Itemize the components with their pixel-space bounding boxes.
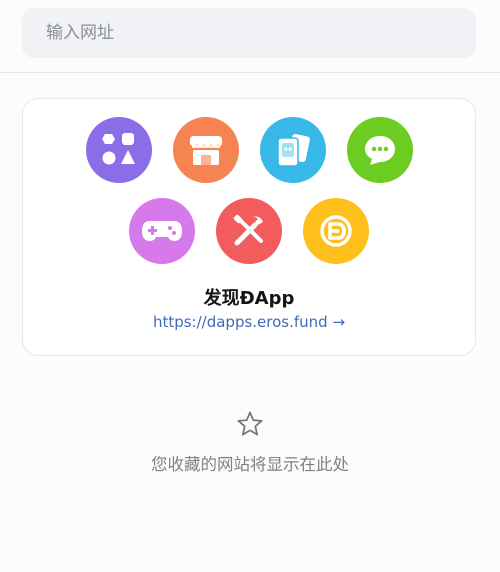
chat-icon <box>365 136 395 165</box>
cards-icon <box>277 133 310 167</box>
favorites-empty-text: 您收藏的网站将显示在此处 <box>151 455 349 474</box>
app-chat-button[interactable] <box>347 117 413 183</box>
app-tools-button[interactable] <box>216 198 282 264</box>
app-cards-button[interactable] <box>260 117 326 183</box>
discover-title: 发现ĐApp <box>203 288 295 309</box>
app-shapes-button[interactable] <box>86 117 152 183</box>
coin-icon <box>320 215 352 247</box>
app-game-button[interactable] <box>129 198 195 264</box>
url-input[interactable] <box>44 22 476 44</box>
shapes-icon <box>102 133 135 165</box>
dapps-link-url: https://dapps.eros.fund <box>152 313 328 331</box>
star-icon <box>237 411 263 436</box>
app-coin-button[interactable] <box>303 198 369 264</box>
tools-icon <box>233 214 263 246</box>
arrow-right-icon: → <box>332 313 346 331</box>
gamepad-icon <box>142 221 182 241</box>
address-bar[interactable] <box>22 8 476 58</box>
dapps-link[interactable]: https://dapps.eros.fund → <box>23 313 475 331</box>
header-divider <box>0 72 500 73</box>
app-store-button[interactable] <box>173 117 239 183</box>
discover-dapp-card: 发现ĐApp https://dapps.eros.fund → <box>22 98 476 356</box>
store-icon <box>190 136 222 165</box>
